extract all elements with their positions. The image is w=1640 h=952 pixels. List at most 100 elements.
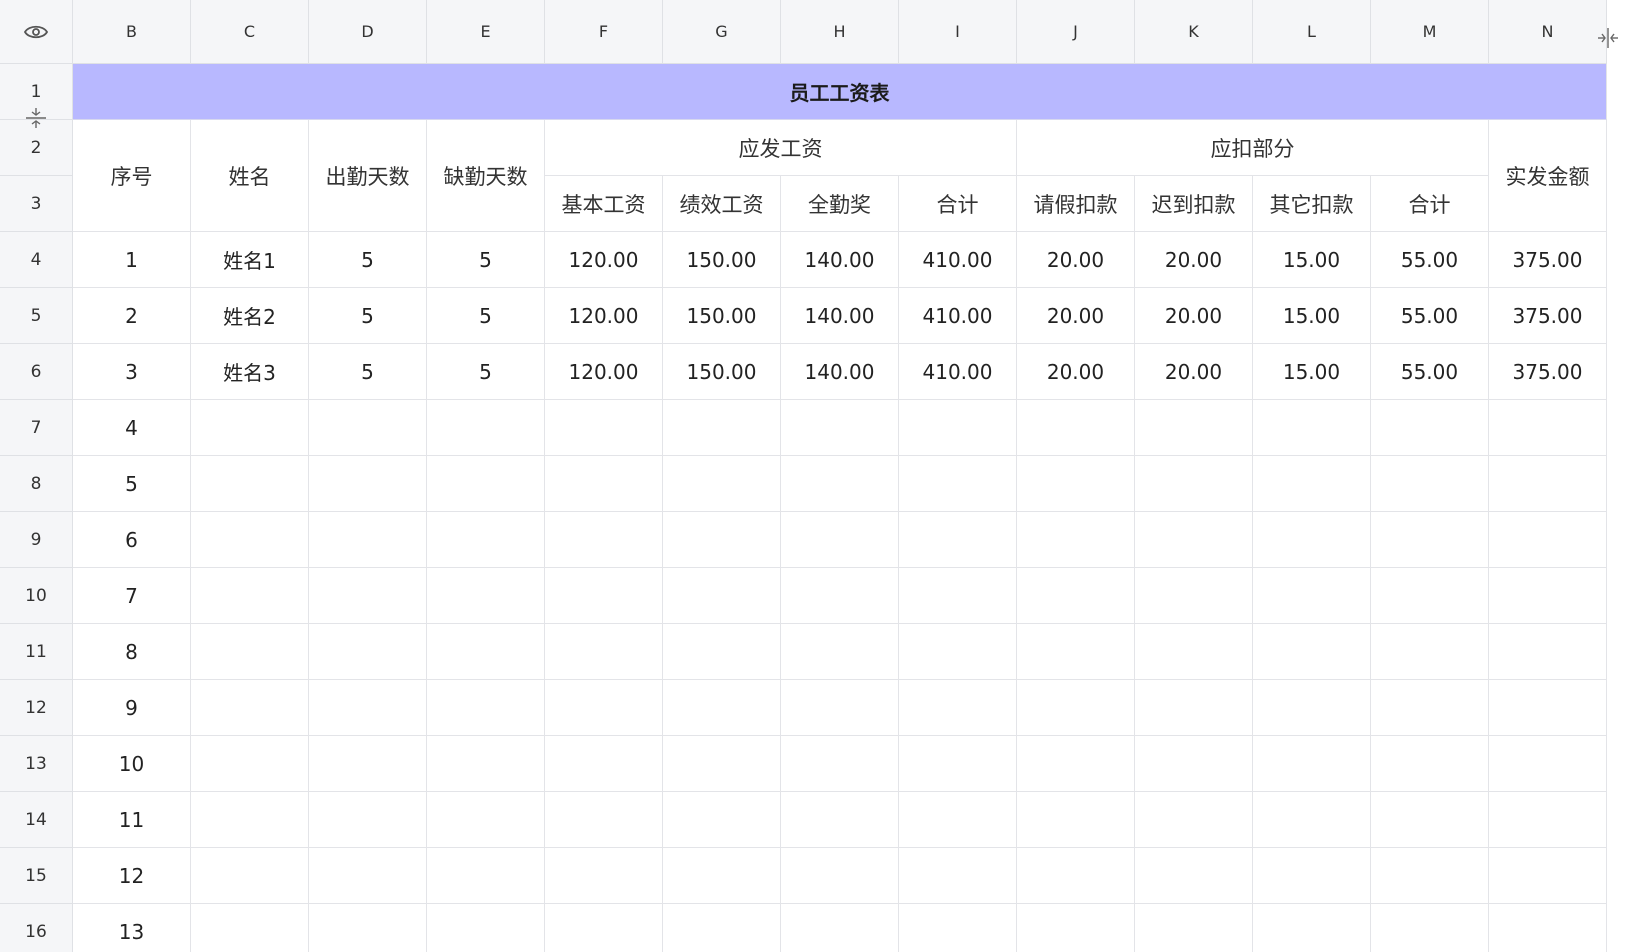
row-header-8[interactable]: 8 bbox=[0, 456, 73, 512]
select-all-corner[interactable] bbox=[0, 0, 73, 64]
cell-attendance[interactable]: 5 bbox=[309, 288, 427, 344]
empty-cell[interactable] bbox=[427, 680, 545, 736]
empty-cell[interactable] bbox=[1135, 512, 1253, 568]
empty-cell[interactable] bbox=[545, 680, 663, 736]
cell-dtotal[interactable]: 55.00 bbox=[1371, 232, 1489, 288]
cell-seq[interactable]: 10 bbox=[73, 736, 191, 792]
empty-cell[interactable] bbox=[1253, 568, 1371, 624]
row-header-11[interactable]: 11 bbox=[0, 624, 73, 680]
row-header-13[interactable]: 13 bbox=[0, 736, 73, 792]
empty-cell[interactable] bbox=[1253, 456, 1371, 512]
empty-cell[interactable] bbox=[1017, 512, 1135, 568]
empty-cell[interactable] bbox=[1253, 680, 1371, 736]
cell-absence[interactable]: 5 bbox=[427, 344, 545, 400]
empty-cell[interactable] bbox=[1135, 568, 1253, 624]
empty-cell[interactable] bbox=[1371, 792, 1489, 848]
row-header-12[interactable]: 12 bbox=[0, 680, 73, 736]
empty-cell[interactable] bbox=[309, 512, 427, 568]
empty-cell[interactable] bbox=[1371, 400, 1489, 456]
empty-cell[interactable] bbox=[545, 624, 663, 680]
cell-net[interactable]: 375.00 bbox=[1489, 232, 1607, 288]
cell-base[interactable]: 120.00 bbox=[545, 232, 663, 288]
empty-cell[interactable] bbox=[899, 736, 1017, 792]
column-header-l[interactable]: L bbox=[1253, 0, 1371, 64]
empty-cell[interactable] bbox=[1135, 680, 1253, 736]
empty-cell[interactable] bbox=[663, 568, 781, 624]
cell-ptotal[interactable]: 410.00 bbox=[899, 288, 1017, 344]
empty-cell[interactable] bbox=[1489, 736, 1607, 792]
empty-cell[interactable] bbox=[781, 736, 899, 792]
cell-name[interactable]: 姓名2 bbox=[191, 288, 309, 344]
empty-cell[interactable] bbox=[191, 904, 309, 952]
empty-cell[interactable] bbox=[191, 568, 309, 624]
empty-cell[interactable] bbox=[1017, 400, 1135, 456]
empty-cell[interactable] bbox=[899, 624, 1017, 680]
empty-cell[interactable] bbox=[1371, 456, 1489, 512]
empty-cell[interactable] bbox=[781, 400, 899, 456]
empty-cell[interactable] bbox=[309, 400, 427, 456]
empty-cell[interactable] bbox=[663, 680, 781, 736]
empty-cell[interactable] bbox=[545, 456, 663, 512]
cell-base[interactable]: 120.00 bbox=[545, 288, 663, 344]
empty-cell[interactable] bbox=[309, 568, 427, 624]
cell-seq[interactable]: 8 bbox=[73, 624, 191, 680]
empty-cell[interactable] bbox=[427, 568, 545, 624]
empty-cell[interactable] bbox=[899, 680, 1017, 736]
empty-cell[interactable] bbox=[1017, 736, 1135, 792]
empty-cell[interactable] bbox=[1017, 680, 1135, 736]
empty-cell[interactable] bbox=[309, 680, 427, 736]
empty-cell[interactable] bbox=[309, 848, 427, 904]
row-header-16[interactable]: 16 bbox=[0, 904, 73, 952]
empty-cell[interactable] bbox=[1017, 624, 1135, 680]
header-performance-wage[interactable]: 绩效工资 bbox=[663, 176, 781, 232]
empty-cell[interactable] bbox=[1135, 736, 1253, 792]
empty-cell[interactable] bbox=[427, 848, 545, 904]
empty-cell[interactable] bbox=[1017, 456, 1135, 512]
column-header-d[interactable]: D bbox=[309, 0, 427, 64]
row-header-9[interactable]: 9 bbox=[0, 512, 73, 568]
cell-seq[interactable]: 4 bbox=[73, 400, 191, 456]
empty-cell[interactable] bbox=[663, 456, 781, 512]
cell-attendance[interactable]: 5 bbox=[309, 232, 427, 288]
cell-leave[interactable]: 20.00 bbox=[1017, 232, 1135, 288]
empty-cell[interactable] bbox=[663, 904, 781, 952]
cell-ptotal[interactable]: 410.00 bbox=[899, 232, 1017, 288]
empty-cell[interactable] bbox=[191, 456, 309, 512]
empty-cell[interactable] bbox=[1253, 624, 1371, 680]
column-header-n[interactable]: N bbox=[1489, 0, 1607, 64]
header-deduction-total[interactable]: 合计 bbox=[1371, 176, 1489, 232]
empty-cell[interactable] bbox=[663, 624, 781, 680]
cell-other[interactable]: 15.00 bbox=[1253, 344, 1371, 400]
empty-cell[interactable] bbox=[1017, 792, 1135, 848]
empty-cell[interactable] bbox=[899, 456, 1017, 512]
empty-cell[interactable] bbox=[1017, 904, 1135, 952]
empty-cell[interactable] bbox=[191, 736, 309, 792]
cell-seq[interactable]: 12 bbox=[73, 848, 191, 904]
eye-icon[interactable] bbox=[23, 23, 49, 41]
cell-name[interactable]: 姓名3 bbox=[191, 344, 309, 400]
cell-performance[interactable]: 150.00 bbox=[663, 344, 781, 400]
empty-cell[interactable] bbox=[1371, 848, 1489, 904]
column-header-m[interactable]: M bbox=[1371, 0, 1489, 64]
empty-cell[interactable] bbox=[427, 400, 545, 456]
empty-cell[interactable] bbox=[545, 568, 663, 624]
empty-cell[interactable] bbox=[309, 624, 427, 680]
empty-cell[interactable] bbox=[545, 736, 663, 792]
row-header-15[interactable]: 15 bbox=[0, 848, 73, 904]
empty-cell[interactable] bbox=[899, 904, 1017, 952]
empty-cell[interactable] bbox=[545, 904, 663, 952]
empty-cell[interactable] bbox=[309, 456, 427, 512]
cell-seq[interactable]: 3 bbox=[73, 344, 191, 400]
empty-cell[interactable] bbox=[427, 792, 545, 848]
cell-full[interactable]: 140.00 bbox=[781, 344, 899, 400]
empty-cell[interactable] bbox=[1135, 792, 1253, 848]
row-header-14[interactable]: 14 bbox=[0, 792, 73, 848]
empty-cell[interactable] bbox=[427, 624, 545, 680]
empty-cell[interactable] bbox=[663, 736, 781, 792]
empty-cell[interactable] bbox=[1371, 512, 1489, 568]
header-late-deduction[interactable]: 迟到扣款 bbox=[1135, 176, 1253, 232]
empty-cell[interactable] bbox=[1253, 904, 1371, 952]
empty-cell[interactable] bbox=[1253, 512, 1371, 568]
empty-cell[interactable] bbox=[427, 512, 545, 568]
row-header-6[interactable]: 6 bbox=[0, 344, 73, 400]
